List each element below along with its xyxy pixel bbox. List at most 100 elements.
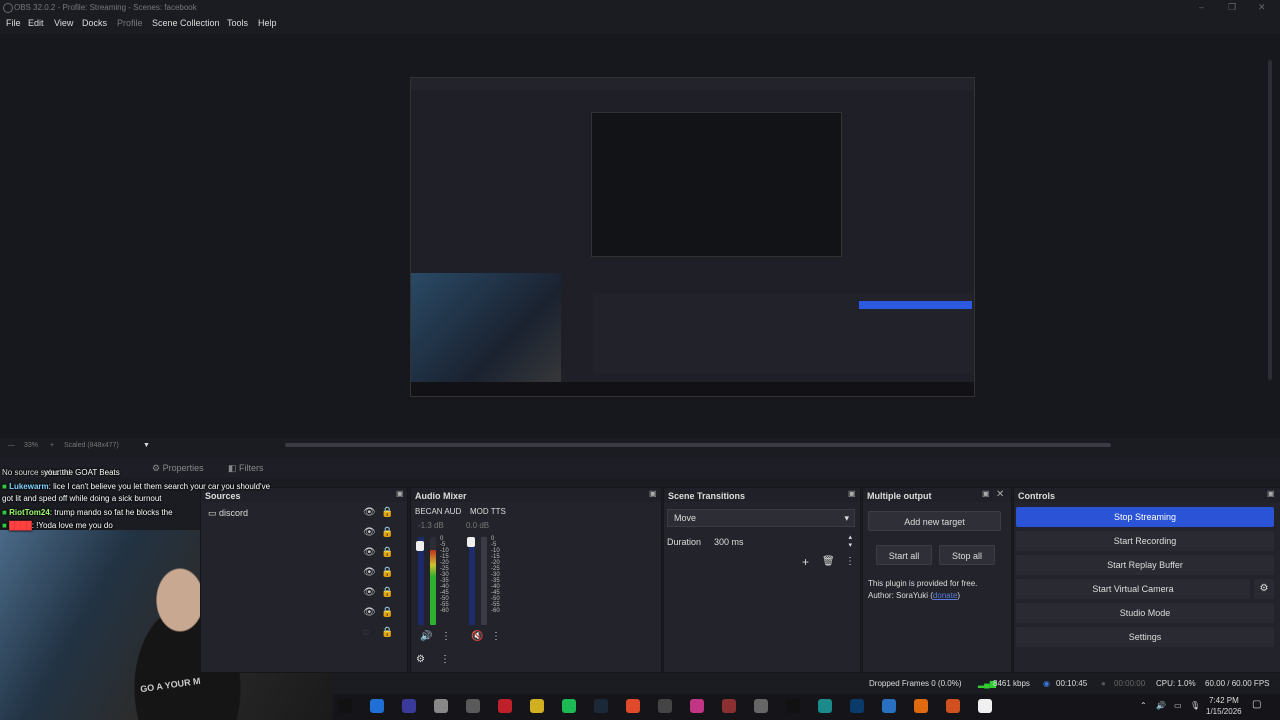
lock-icon[interactable]: 🔒 <box>381 587 393 598</box>
sources-undock-icon[interactable]: ▣ <box>396 489 404 498</box>
source-item-discord[interactable]: ▭ discord <box>208 508 248 519</box>
scale-label: Scaled (848x477) <box>64 442 119 449</box>
trash-icon[interactable]: 🗑 <box>822 556 835 567</box>
eye-icon[interactable]: 👁 <box>363 507 376 518</box>
menu-view[interactable]: View <box>54 18 73 28</box>
menu-scene-collection[interactable]: Scene Collection <box>152 18 220 28</box>
add-icon[interactable]: + <box>802 555 809 569</box>
transition-select[interactable]: Move ▾ <box>667 509 855 527</box>
edge-icon[interactable] <box>818 699 832 713</box>
multi-close-icon[interactable]: ✕ <box>996 489 1004 500</box>
github-icon[interactable] <box>658 699 672 713</box>
close-button[interactable]: ✕ <box>1258 2 1266 13</box>
menu-file[interactable]: File <box>6 18 21 28</box>
more-vertical-icon[interactable]: ⋮ <box>441 631 451 642</box>
studio-mode-button[interactable]: Studio Mode <box>1016 603 1274 623</box>
lock-icon[interactable]: 🔒 <box>381 567 393 578</box>
plugin-author: Author: SoraYuki (donate) <box>868 591 961 600</box>
app-icon-4[interactable] <box>978 699 992 713</box>
mic-icon[interactable] <box>434 699 448 713</box>
dl-icon[interactable] <box>722 699 736 713</box>
zoom-in-icon[interactable]: + <box>50 442 54 449</box>
photoshop-icon[interactable] <box>850 699 864 713</box>
gear-icon: ⚙ <box>152 463 163 473</box>
volume-icon[interactable]: 🔊 <box>1156 701 1166 710</box>
donate-link[interactable]: donate <box>933 591 957 600</box>
volume-slider-handle[interactable] <box>467 537 475 547</box>
eye-icon[interactable]: 👁 <box>363 607 376 618</box>
lock-icon[interactable]: 🔒 <box>381 507 393 518</box>
lock-icon[interactable]: 🔒 <box>381 527 393 538</box>
start-all-button[interactable]: Start all <box>876 545 932 565</box>
chrome-icon-2[interactable] <box>946 699 960 713</box>
app-icon-3[interactable] <box>882 699 896 713</box>
clock-time[interactable]: 7:42 PM <box>1209 696 1239 705</box>
speaker-icon[interactable]: 🔊 <box>420 631 432 642</box>
network-icon[interactable]: ▭ <box>1174 701 1182 710</box>
app-icon-2[interactable] <box>754 699 768 713</box>
chrome-icon[interactable] <box>626 699 640 713</box>
minimize-button[interactable]: – <box>1199 2 1204 12</box>
window-title: OBS 32.0.2 - Profile: Streaming - Scenes… <box>14 3 197 12</box>
notification-icon[interactable]: ▢ <box>1252 699 1261 710</box>
start-recording-button[interactable]: Start Recording <box>1016 531 1274 551</box>
spinner-icon[interactable]: ▴ ▾ <box>848 534 852 550</box>
zoom-out-icon[interactable]: — <box>8 442 15 449</box>
lock-icon[interactable]: 🔒 <box>381 547 393 558</box>
lock-icon[interactable]: 🔒 <box>381 627 393 638</box>
scale-dropdown-icon[interactable]: ▼ <box>143 442 150 449</box>
menu-help[interactable]: Help <box>258 18 277 28</box>
virtual-camera-gear-icon[interactable]: ⚙ <box>1254 579 1274 599</box>
stop-all-button[interactable]: Stop all <box>939 545 995 565</box>
tiktok-icon[interactable] <box>338 699 352 713</box>
eye-hidden-icon[interactable]: ◌ <box>363 627 369 638</box>
chevron-up-icon[interactable]: ⌃ <box>1140 701 1147 710</box>
menu-profile[interactable]: Profile <box>117 18 143 28</box>
clock-date[interactable]: 1/15/2026 <box>1206 707 1242 716</box>
instagram-icon[interactable] <box>690 699 704 713</box>
steam-icon[interactable] <box>594 699 608 713</box>
duration-input[interactable]: 300 ms ▴ ▾ <box>707 533 855 551</box>
preview-canvas[interactable] <box>410 77 975 397</box>
multi-undock-icon[interactable]: ▣ <box>982 489 990 498</box>
properties-button[interactable]: ⚙ Properties <box>152 463 204 474</box>
more-vertical-icon[interactable]: ⋮ <box>491 631 501 642</box>
stop-streaming-button[interactable]: Stop Streaming <box>1016 507 1274 527</box>
eye-icon[interactable]: 👁 <box>363 567 376 578</box>
audio-mixer-title: Audio Mixer <box>411 488 661 502</box>
filters-button[interactable]: ◧ Filters <box>228 463 264 474</box>
transitions-undock-icon[interactable]: ▣ <box>848 489 856 498</box>
obs-icon-2[interactable] <box>402 699 416 713</box>
tiktok-icon-2[interactable] <box>786 699 800 713</box>
add-new-target-button[interactable]: Add new target <box>868 511 1001 531</box>
eye-icon[interactable]: 👁 <box>363 587 376 598</box>
lock-icon[interactable]: 🔒 <box>381 607 393 618</box>
mixer-undock-icon[interactable]: ▣ <box>649 489 657 498</box>
maximize-button[interactable]: ❐ <box>1228 2 1236 13</box>
eye-icon[interactable]: 👁 <box>363 547 376 558</box>
mixer-menu-icon[interactable]: ⋮ <box>440 654 450 665</box>
grammarly-icon[interactable] <box>562 699 576 713</box>
start-virtual-camera-button[interactable]: Start Virtual Camera <box>1016 579 1250 599</box>
app-icon[interactable] <box>466 699 480 713</box>
obs-icon[interactable] <box>370 699 384 713</box>
red-icon[interactable] <box>498 699 512 713</box>
more-vertical-icon[interactable]: ⋮ <box>845 556 855 567</box>
vlc-icon[interactable] <box>914 699 928 713</box>
menu-tools[interactable]: Tools <box>227 18 248 28</box>
settings-button[interactable]: Settings <box>1016 627 1274 647</box>
menu-edit[interactable]: Edit <box>28 18 44 28</box>
mic-icon[interactable]: 🎙 <box>1190 701 1200 710</box>
preview-scrollbar-horizontal[interactable] <box>285 443 1111 447</box>
preview-scrollbar-vertical[interactable] <box>1268 60 1272 380</box>
start-replay-buffer-button[interactable]: Start Replay Buffer <box>1016 555 1274 575</box>
mixer-settings-icon[interactable]: ⚙ <box>416 654 425 665</box>
volume-slider[interactable] <box>469 537 475 625</box>
speaker-muted-icon[interactable]: 🔇 <box>471 631 483 642</box>
volume-slider-handle[interactable] <box>416 541 424 551</box>
controls-title: Controls <box>1014 488 1280 502</box>
controls-undock-icon[interactable]: ▣ <box>1267 489 1275 498</box>
pen-icon[interactable] <box>530 699 544 713</box>
menu-docks[interactable]: Docks <box>82 18 107 28</box>
eye-icon[interactable]: 👁 <box>363 527 376 538</box>
